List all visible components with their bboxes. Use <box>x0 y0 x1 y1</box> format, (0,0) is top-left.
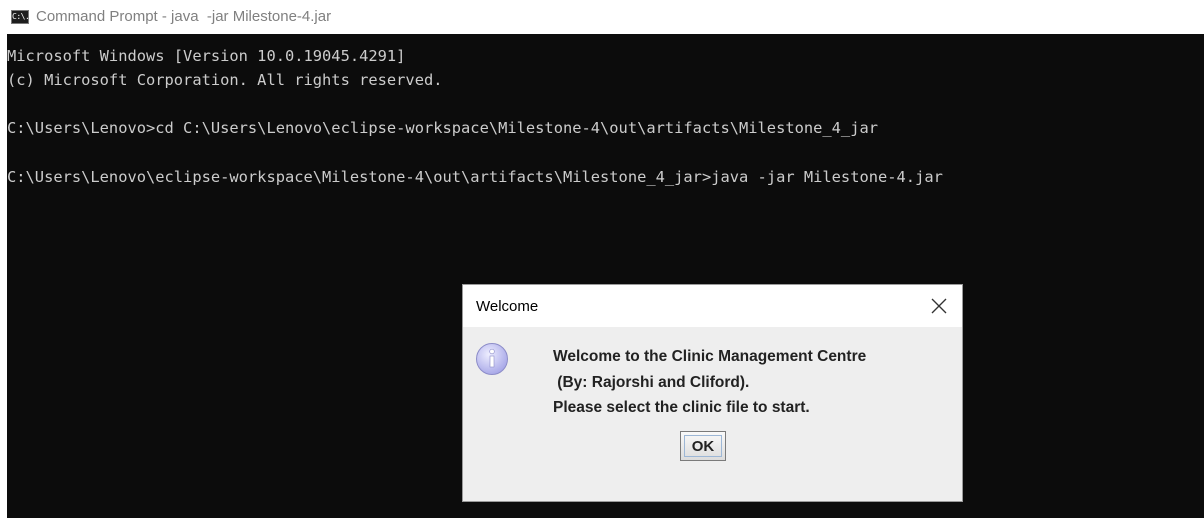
cmd-icon: C:\. <box>11 10 30 24</box>
info-icon <box>475 342 509 376</box>
console-line: (c) Microsoft Corporation. All rights re… <box>7 71 443 89</box>
ok-button[interactable]: OK <box>680 431 726 461</box>
dialog-message-line: (By: Rajorshi and Cliford). <box>553 374 750 391</box>
dialog-message-line: Welcome to the Clinic Management Centre <box>553 348 867 365</box>
console-line: C:\Users\Lenovo\eclipse-workspace\Milest… <box>7 168 943 186</box>
command-prompt-window: C:\. Command Prompt - java -jar Mileston… <box>0 0 1204 518</box>
dialog-message-line: Please select the clinic file to start. <box>553 399 810 416</box>
window-title: Command Prompt - java -jar Milestone-4.j… <box>36 8 332 25</box>
console-line: Microsoft Windows [Version 10.0.19045.42… <box>7 47 406 65</box>
console-line: C:\Users\Lenovo>cd C:\Users\Lenovo\eclip… <box>7 119 878 137</box>
window-titlebar[interactable]: C:\. Command Prompt - java -jar Mileston… <box>0 0 1204 34</box>
dialog-titlebar[interactable]: Welcome <box>463 285 962 327</box>
welcome-dialog: Welcome Welcome to the Clinic Management… <box>463 285 962 501</box>
dialog-body: Welcome to the Clinic Management Centre … <box>463 327 962 501</box>
close-icon[interactable] <box>926 293 952 319</box>
dialog-title: Welcome <box>476 298 539 315</box>
